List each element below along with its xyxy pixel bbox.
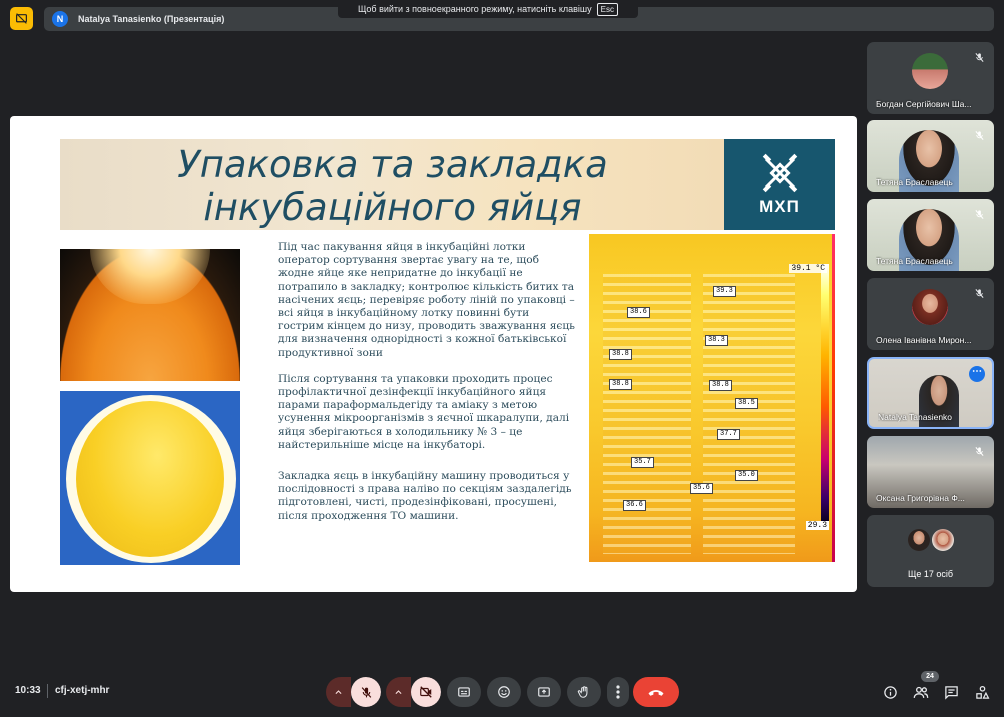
emoji-icon	[498, 686, 510, 698]
hand-icon	[577, 686, 588, 698]
end-call-button[interactable]	[633, 677, 679, 707]
participant-name: Тетяна Браславець	[876, 256, 953, 266]
thermal-max: 39.1 °C	[789, 264, 827, 273]
thermal-reading: 37.7	[717, 429, 740, 440]
temperature-scale	[821, 264, 829, 524]
captions-button[interactable]	[447, 677, 481, 707]
captions-icon	[458, 687, 470, 697]
mhp-logo: МХП	[724, 139, 835, 230]
egg-yolk-photo	[60, 391, 240, 565]
avatar	[912, 289, 948, 325]
meeting-code: cfj-xetj-mhr	[55, 685, 110, 696]
info-icon	[883, 685, 897, 699]
activities-button[interactable]	[972, 682, 992, 702]
mic-toggle-button[interactable]	[351, 677, 381, 707]
activities-icon	[975, 685, 989, 699]
thermal-min: 29.3	[805, 521, 829, 530]
avatar	[932, 529, 954, 551]
thermal-reading: 38.3	[705, 335, 728, 346]
present-button[interactable]	[527, 677, 561, 707]
thermal-reading: 38.6	[627, 307, 650, 318]
thermal-reading: 35.0	[735, 470, 758, 481]
participant-tile[interactable]: Тетяна Браславець	[867, 199, 994, 271]
avatar	[912, 53, 948, 89]
presentation-stop-icon[interactable]	[10, 7, 33, 30]
thermal-reading: 38.8	[709, 380, 732, 391]
slide-title: Упаковка та закладка інкубаційного яйця	[60, 143, 725, 229]
more-options-icon[interactable]: ⋯	[969, 366, 985, 382]
thermal-image: 39.1 °C 29.3 39.3 38.6 38.3 38.8 38.8 38…	[589, 234, 835, 562]
chat-button[interactable]	[941, 682, 961, 702]
meeting-info-button[interactable]	[880, 682, 900, 702]
camera-toggle-button[interactable]	[411, 677, 441, 707]
slide-paragraph-2: Після сортування та упаковки проходить п…	[278, 372, 570, 451]
chat-icon	[944, 685, 958, 700]
mic-off-icon	[971, 127, 987, 143]
present-screen-icon	[538, 687, 550, 697]
thermal-reading: 38.5	[735, 398, 758, 409]
participant-name: Олена Іванівна Мирон...	[876, 335, 972, 345]
logo-text: МХП	[759, 196, 800, 216]
participants-count-badge: 24	[921, 671, 939, 682]
slide-title-line2: інкубаційного яйця	[203, 186, 582, 229]
presenter-avatar: N	[52, 11, 68, 27]
mic-off-icon	[971, 443, 987, 459]
more-vert-icon	[616, 685, 620, 699]
participant-tile[interactable]: Оксана Григорівна Ф...	[867, 436, 994, 508]
presentation-slide: Упаковка та закладка інкубаційного яйця …	[10, 116, 857, 592]
fullscreen-hint-text: Щоб вийти з повноекранного режиму, натис…	[357, 4, 592, 14]
incubator-rack-right	[703, 274, 795, 554]
fullscreen-hint: Щоб вийти з повноекранного режиму, натис…	[338, 0, 638, 18]
participant-tile[interactable]: Богдан Сергійович Ша...	[867, 42, 994, 114]
more-participants-label: Ще 17 осіб	[907, 569, 954, 579]
slide-paragraph-1: Під час пакування яйця в інкубаційні лот…	[278, 241, 575, 359]
participant-name: Богдан Сергійович Ша...	[876, 99, 972, 109]
egg-candling-photo	[60, 249, 240, 381]
slide-title-line1: Упаковка та закладка	[177, 143, 608, 186]
participant-tile-active[interactable]: ⋯ Natalya Tanasienko	[867, 357, 994, 429]
camera-control	[386, 677, 441, 707]
mic-control	[326, 677, 381, 707]
more-participants-tile[interactable]: Ще 17 осіб	[867, 515, 994, 587]
participant-name: Оксана Григорівна Ф...	[876, 493, 965, 503]
more-options-button[interactable]	[607, 677, 629, 707]
meeting-time: 10:33	[15, 685, 41, 696]
presenter-label: Natalya Tanasienko (Презентація)	[78, 14, 225, 24]
participant-name: Тетяна Браславець	[876, 177, 953, 187]
thermal-reading: 35.6	[690, 483, 713, 494]
camera-off-icon	[420, 686, 432, 698]
reactions-button[interactable]	[487, 677, 521, 707]
people-button[interactable]	[911, 682, 931, 702]
slide-body-text: Під час пакування яйця в інкубаційні лот…	[278, 241, 578, 536]
phone-hangup-icon	[648, 690, 664, 696]
slide-paragraph-3: Закладка яєць в інкубаційну машину прово…	[278, 470, 572, 522]
people-icon	[913, 686, 929, 698]
thermal-reading: 35.7	[631, 457, 654, 468]
mic-options-chevron-icon[interactable]	[326, 677, 351, 707]
avatar	[908, 529, 930, 551]
thermal-reading: 38.8	[609, 379, 632, 390]
participant-tile[interactable]: Тетяна Браславець	[867, 120, 994, 192]
participant-name: Natalya Tanasienko	[878, 412, 953, 422]
windmill-icon	[762, 153, 797, 192]
mic-off-icon	[971, 49, 987, 65]
thermal-reading: 38.8	[609, 349, 632, 360]
raise-hand-button[interactable]	[567, 677, 601, 707]
thermal-reading: 39.3	[713, 286, 736, 297]
divider	[47, 684, 48, 698]
esc-key: Esc	[596, 2, 619, 16]
mic-off-icon	[971, 285, 987, 301]
participant-tile[interactable]: Олена Іванівна Мирон...	[867, 278, 994, 350]
thermal-reading: 36.6	[623, 500, 646, 511]
mic-off-icon	[361, 686, 371, 698]
mic-off-icon	[971, 206, 987, 222]
camera-options-chevron-icon[interactable]	[386, 677, 411, 707]
